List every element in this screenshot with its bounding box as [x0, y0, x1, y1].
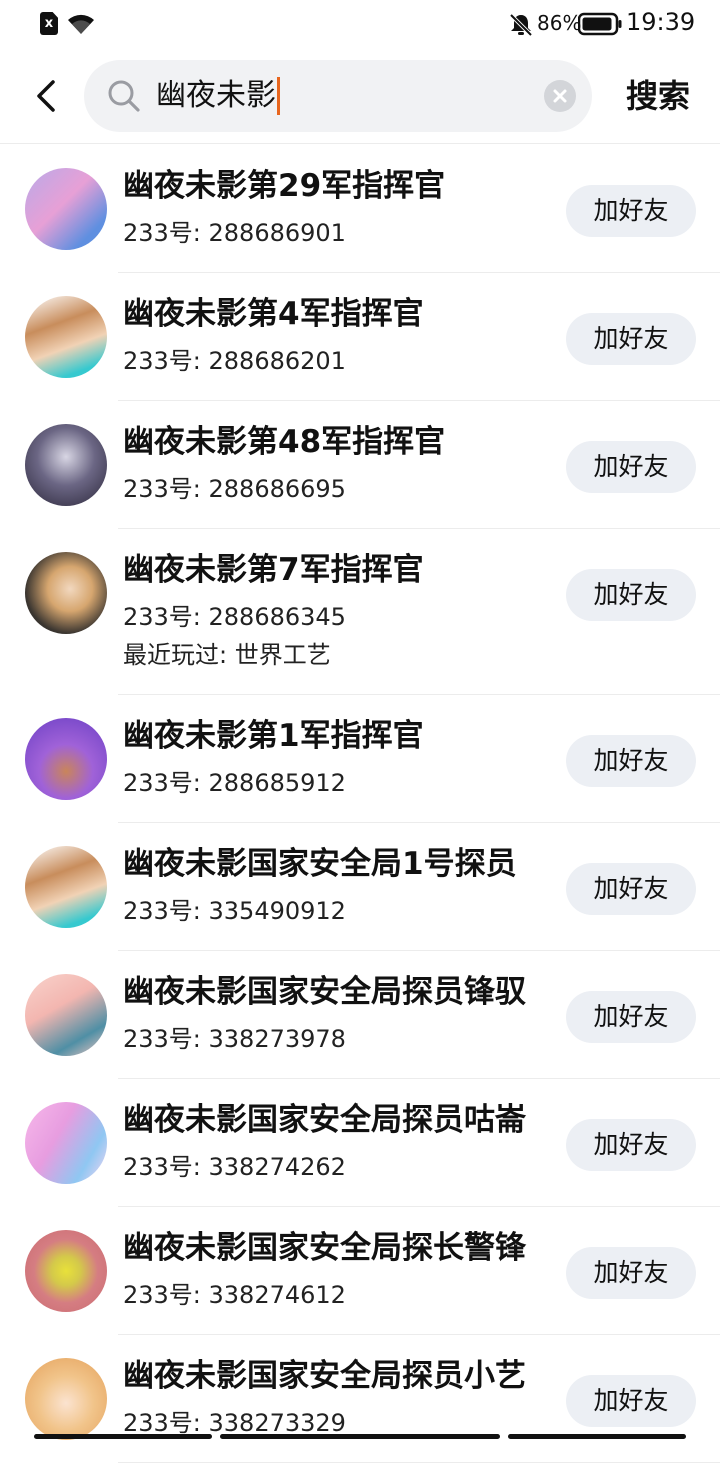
add-friend-button[interactable]: 加好友 [566, 313, 696, 365]
user-name: 幽夜未影国家安全局1号探员 [123, 846, 517, 882]
clear-icon[interactable] [544, 80, 576, 112]
add-friend-button[interactable]: 加好友 [566, 991, 696, 1043]
wifi-icon [68, 14, 94, 34]
avatar[interactable] [25, 1102, 107, 1184]
avatar[interactable] [25, 424, 107, 506]
user-name: 幽夜未影第1军指挥官 [123, 718, 424, 754]
list-item[interactable]: 幽夜未影第7军指挥官 233号: 288686345 最近玩过: 世界工艺 加好… [0, 529, 720, 695]
avatar[interactable] [25, 974, 107, 1056]
battery-icon [578, 12, 622, 36]
user-id: 233号: 338273978 [123, 1025, 346, 1053]
user-id: 233号: 335490912 [123, 897, 346, 925]
add-friend-button[interactable]: 加好友 [566, 735, 696, 787]
avatar[interactable] [25, 1358, 107, 1440]
list-item[interactable]: 幽夜未影国家安全局探员咕崙 233号: 338274262 加好友 [0, 1079, 720, 1207]
search-results-list: 幽夜未影第29军指挥官 233号: 288686901 加好友 幽夜未影第4军指… [0, 145, 720, 1463]
back-button[interactable] [22, 70, 70, 122]
user-id: 233号: 288686345 [123, 603, 346, 631]
user-id: 233号: 338274262 [123, 1153, 346, 1181]
search-button[interactable]: 搜索 [610, 66, 706, 126]
bell-muted-icon [509, 13, 533, 37]
user-name: 幽夜未影国家安全局探员小艺 [123, 1358, 526, 1394]
battery-percentage: 86% [537, 11, 582, 35]
add-friend-button[interactable]: 加好友 [566, 569, 696, 621]
list-item[interactable]: 幽夜未影国家安全局探员小艺 233号: 338273329 加好友 [0, 1335, 720, 1463]
user-name: 幽夜未影国家安全局探员锋驭 [123, 974, 526, 1010]
add-friend-button[interactable]: 加好友 [566, 863, 696, 915]
list-item[interactable]: 幽夜未影国家安全局探员锋驭 233号: 338273978 加好友 [0, 951, 720, 1079]
user-name: 幽夜未影国家安全局探长警锋 [123, 1230, 526, 1266]
search-query-text: 幽夜未影 [156, 78, 276, 113]
list-item[interactable]: 幽夜未影国家安全局探长警锋 233号: 338274612 加好友 [0, 1207, 720, 1335]
add-friend-button[interactable]: 加好友 [566, 1247, 696, 1299]
status-bar: x 86% 19:39 [0, 0, 720, 48]
search-icon [108, 80, 140, 112]
user-id: 233号: 338274612 [123, 1281, 346, 1309]
avatar[interactable] [25, 552, 107, 634]
gesture-bar [34, 1434, 212, 1439]
add-friend-button[interactable]: 加好友 [566, 441, 696, 493]
user-id: 233号: 288686201 [123, 347, 346, 375]
avatar[interactable] [25, 718, 107, 800]
user-name: 幽夜未影第7军指挥官 [123, 552, 424, 588]
list-item[interactable]: 幽夜未影第1军指挥官 233号: 288685912 加好友 [0, 695, 720, 823]
avatar[interactable] [25, 296, 107, 378]
avatar[interactable] [25, 168, 107, 250]
add-friend-button[interactable]: 加好友 [566, 1375, 696, 1427]
list-item[interactable]: 幽夜未影第48军指挥官 233号: 288686695 加好友 [0, 401, 720, 529]
sim-error-icon: x [40, 12, 58, 35]
avatar[interactable] [25, 1230, 107, 1312]
recently-played: 最近玩过: 世界工艺 [123, 641, 331, 669]
list-item[interactable]: 幽夜未影第4军指挥官 233号: 288686201 加好友 [0, 273, 720, 401]
user-id: 233号: 288686901 [123, 219, 346, 247]
user-name: 幽夜未影第48军指挥官 [123, 424, 446, 460]
avatar[interactable] [25, 846, 107, 928]
text-caret [277, 77, 280, 115]
search-box[interactable]: 幽夜未影 [84, 60, 592, 132]
user-id: 233号: 288686695 [123, 475, 346, 503]
user-id: 233号: 288685912 [123, 769, 346, 797]
search-input[interactable]: 幽夜未影 [156, 74, 456, 118]
list-item[interactable]: 幽夜未影国家安全局1号探员 233号: 335490912 加好友 [0, 823, 720, 951]
add-friend-button[interactable]: 加好友 [566, 185, 696, 237]
user-name: 幽夜未影第4军指挥官 [123, 296, 424, 332]
search-header: 幽夜未影 搜索 [0, 48, 720, 144]
back-arrow-icon [37, 80, 55, 112]
user-name: 幽夜未影第29军指挥官 [123, 168, 446, 204]
list-item[interactable]: 幽夜未影第29军指挥官 233号: 288686901 加好友 [0, 145, 720, 273]
gesture-bar [220, 1434, 500, 1439]
clock: 19:39 [626, 8, 696, 36]
add-friend-button[interactable]: 加好友 [566, 1119, 696, 1171]
user-name: 幽夜未影国家安全局探员咕崙 [123, 1102, 526, 1138]
gesture-bar [508, 1434, 686, 1439]
